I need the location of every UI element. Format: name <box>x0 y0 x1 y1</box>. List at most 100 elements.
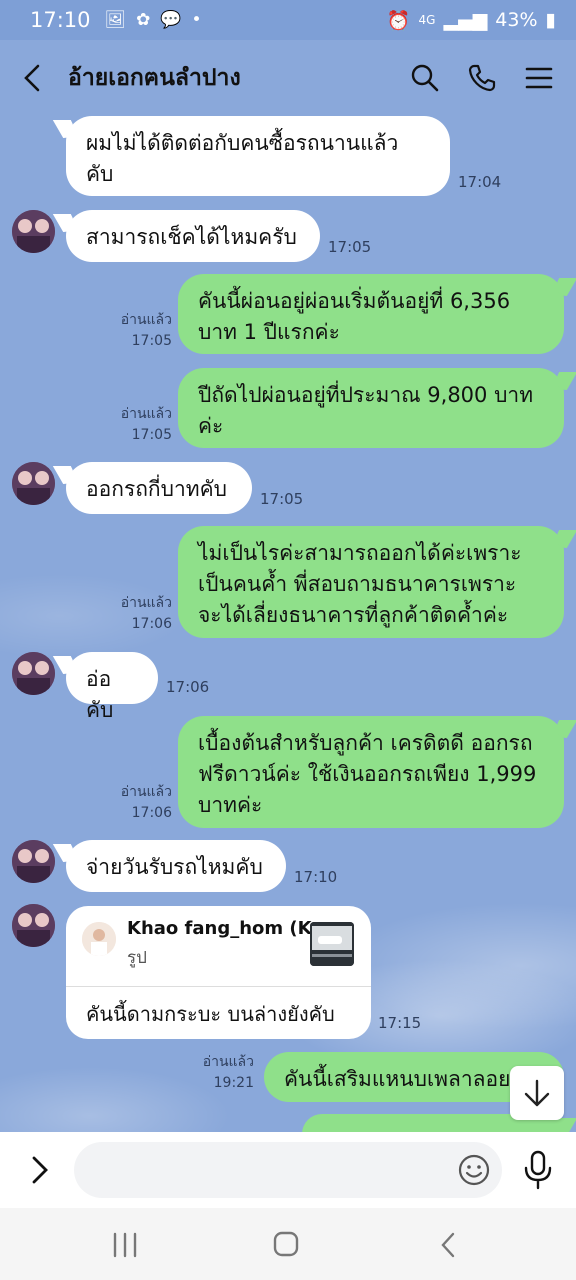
emoji-button[interactable] <box>456 1152 492 1188</box>
message-text-line: บาท 1 ปีแรกค่ะ <box>198 320 340 344</box>
reply-thumbnail[interactable] <box>310 922 354 966</box>
avatar[interactable] <box>12 210 55 253</box>
avatar-image <box>12 462 55 505</box>
reply-sender-name: Khao fang_hom (K... <box>127 918 333 939</box>
gallery-icon: 🖼 <box>104 10 127 30</box>
message-text-line: อ่อคับ <box>86 667 114 722</box>
smiley-icon <box>458 1154 490 1186</box>
car-image-thumbnail <box>310 922 354 966</box>
message-bubble[interactable]: ไม่เป็นไรค่ะสามารถออกได้ค่ะเพราะ เป็นคนค… <box>178 526 564 638</box>
read-label: อ่านแล้ว <box>120 595 172 611</box>
read-receipt: อ่านแล้ว 19:21 <box>190 1052 254 1094</box>
phone-icon <box>468 64 496 92</box>
hamburger-icon <box>525 67 553 89</box>
status-bar: 17:10 🖼 ✿ 💬 • ⏰ 4G ▂▄▆ 43% ▮ <box>0 0 576 40</box>
arrow-down-icon <box>524 1079 550 1107</box>
message-text-line: ค่ะ <box>198 414 224 438</box>
reply-type-label: รูป <box>127 948 147 968</box>
recent-apps-button[interactable] <box>110 1232 140 1262</box>
message-bubble[interactable]: ออกรถกี่บาทคับ <box>66 462 252 514</box>
reply-avatar <box>82 922 116 956</box>
menu-button[interactable] <box>519 58 559 98</box>
read-receipt: อ่านแล้ว 17:06 <box>108 593 172 635</box>
message-time: 17:05 <box>131 333 172 349</box>
read-label: อ่านแล้ว <box>120 406 172 422</box>
microphone-icon <box>524 1150 552 1190</box>
message-time: 17:05 <box>328 238 372 256</box>
message-text-line: เบื้องต้นสำหรับลูกค้า เครดิตดี ออกรถ <box>198 731 533 755</box>
message-bubble[interactable]: ปีถัดไปผ่อนอยู่ที่ประมาณ 9,800 บาท ค่ะ <box>178 368 564 448</box>
message-text-line: บาทค่ะ <box>198 793 263 817</box>
read-label: อ่านแล้ว <box>202 1054 254 1070</box>
message-text-line: คันนี้ผ่อนอยู่ผ่อนเริ่มต้นอยู่ที่ 6,356 <box>198 289 511 313</box>
message-text-line: คันนี้ดามกระบะ บนล่างยังคับ <box>86 1002 335 1026</box>
message-time: 17:05 <box>131 427 172 443</box>
message-time: 19:21 <box>213 1075 254 1091</box>
message-text-line: จะได้เลี่ยงธนาคารที่ลูกค้าติดค้ำค่ะ <box>198 603 509 627</box>
expand-button[interactable] <box>24 1150 60 1190</box>
system-back-button[interactable] <box>436 1230 460 1264</box>
message-time: 17:06 <box>131 616 172 632</box>
message-text-line: สามารถเช็คได้ไหมครับ <box>86 225 297 249</box>
avatar-image <box>12 904 55 947</box>
message-text-line: คันนี้เสริมแหนบเพลาลอยค่ะ <box>284 1067 536 1091</box>
message-time: 17:06 <box>166 678 210 696</box>
avatar[interactable] <box>12 462 55 505</box>
avatar-image <box>12 210 55 253</box>
message-text-line: ผมไม่ได้ติดต่อกับคนซื้อรถนานแล้ว <box>86 131 399 155</box>
search-icon <box>411 64 439 92</box>
avatar[interactable] <box>12 652 55 695</box>
chevron-right-icon <box>32 1156 48 1184</box>
call-button[interactable] <box>462 58 502 98</box>
chat-area[interactable]: ผมไม่ได้ติดต่อกับคนซื้อรถนานแล้ว คับ 17:… <box>0 116 576 1132</box>
read-receipt: อ่านแล้ว 17:05 <box>108 310 172 352</box>
divider <box>66 986 371 987</box>
message-bubble[interactable]: เบื้องต้นสำหรับลูกค้า เครดิตดี ออกรถ ฟรี… <box>178 716 564 828</box>
chat-header: อ้ายเอกฅนลำปาง <box>0 40 576 116</box>
avatar-image <box>12 652 55 695</box>
message-bubble[interactable]: ผมไม่ได้ติดต่อกับคนซื้อรถนานแล้ว คับ <box>66 116 450 196</box>
search-button[interactable] <box>405 58 445 98</box>
message-text-line: จ่ายวันรับรถไหมคับ <box>86 855 263 879</box>
dot-icon: • <box>191 10 202 30</box>
back-icon <box>441 1232 455 1258</box>
message-text-line: ฟรีดาวน์ค่ะ ใช้เงินออกรถเพียง 1,999 <box>198 762 537 786</box>
message-input-bar <box>0 1132 576 1208</box>
read-label: อ่านแล้ว <box>120 784 172 800</box>
chat-title: อ้ายเอกฅนลำปาง <box>68 65 241 91</box>
avatar[interactable] <box>12 840 55 883</box>
voice-button[interactable] <box>520 1148 556 1192</box>
status-time: 17:10 <box>30 8 91 32</box>
scroll-to-bottom-button[interactable] <box>510 1066 564 1120</box>
message-bubble[interactable]: สามารถเช็คได้ไหมครับ <box>66 210 320 262</box>
message-time: 17:15 <box>378 1014 422 1032</box>
avatar[interactable] <box>12 904 55 947</box>
message-text-line: ปีถัดไปผ่อนอยู่ที่ประมาณ 9,800 บาท <box>198 383 534 407</box>
recent-apps-icon <box>113 1232 137 1258</box>
message-bubble[interactable]: คันนี้ผ่อนอยู่ผ่อนเริ่มต้นอยู่ที่ 6,356 … <box>178 274 564 354</box>
home-button[interactable] <box>272 1230 300 1262</box>
back-button[interactable] <box>22 58 58 98</box>
read-receipt: อ่านแล้ว 17:06 <box>108 782 172 824</box>
message-time: 17:10 <box>294 868 338 886</box>
read-receipt: อ่านแล้ว 17:05 <box>108 404 172 446</box>
message-text-line: ออกรถกี่บาทคับ <box>86 477 227 501</box>
signal-icon: ▂▄▆ <box>443 9 488 31</box>
home-icon <box>273 1231 299 1257</box>
chevron-left-icon <box>24 64 40 92</box>
reply-message-card[interactable]: Khao fang_hom (K... รูป คันนี้ดามกระบะ บ… <box>66 906 371 1039</box>
message-time: 17:05 <box>260 490 304 508</box>
message-time: 17:06 <box>131 805 172 821</box>
message-text-line: เป็นคนค้ำ พี่สอบถามธนาคารเพราะ <box>198 572 517 596</box>
message-bubble[interactable]: อ่อคับ <box>66 652 158 722</box>
message-input[interactable] <box>74 1142 502 1198</box>
reply-avatar-image <box>82 922 116 956</box>
message-text-line: คับ <box>86 162 114 186</box>
message-time: 17:04 <box>458 173 502 191</box>
message-bubble[interactable]: จ่ายวันรับรถไหมคับ <box>66 840 286 892</box>
avatar-image <box>12 840 55 883</box>
system-navigation-bar <box>0 1208 576 1280</box>
message-text-line: ไม่เป็นไรค่ะสามารถออกได้ค่ะเพราะ <box>198 541 522 565</box>
line-icon: 💬 <box>160 10 182 30</box>
read-label: อ่านแล้ว <box>120 312 172 328</box>
